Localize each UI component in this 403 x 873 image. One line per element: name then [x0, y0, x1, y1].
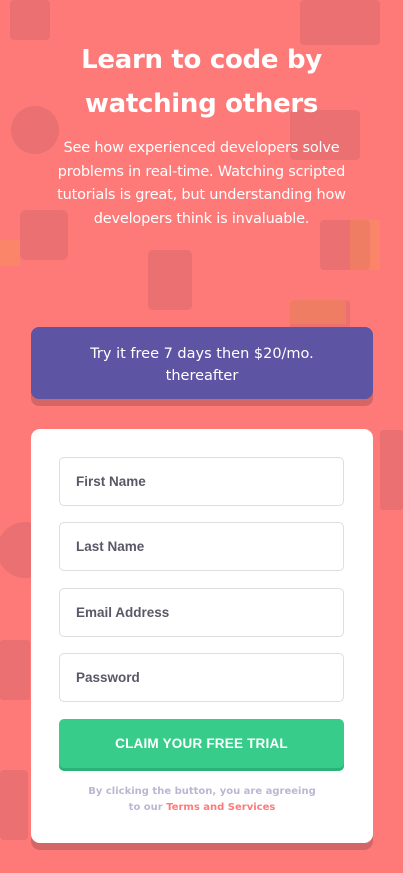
pattern-chart-icon — [0, 640, 30, 700]
promo-text-line-1: Try it free 7 days then $20/mo. — [90, 346, 314, 362]
claim-free-trial-button[interactable]: CLAIM YOUR FREE TRIAL — [59, 719, 344, 768]
first-name-input[interactable] — [59, 457, 344, 506]
hero-description-line-4: developers think is invaluable. — [93, 210, 310, 227]
pattern-strip-icon — [380, 430, 403, 510]
title-line-2: watching others — [84, 89, 319, 119]
last-name-input[interactable] — [59, 522, 344, 571]
promo-text-line-2: thereafter — [165, 368, 239, 384]
terms-prefix: By clicking the button, you are agreeing — [88, 786, 316, 797]
signup-form-card: CLAIM YOUR FREE TRIAL By clicking the bu… — [31, 429, 373, 843]
page-title: Learn to code by watching others — [30, 38, 373, 126]
title-line-1: Learn to code by — [81, 45, 322, 75]
trial-promo-banner: Try it free 7 days then $20/mo. thereaft… — [31, 327, 373, 399]
terms-notice: By clicking the button, you are agreeing… — [31, 784, 373, 816]
pattern-clipboard-icon — [148, 250, 192, 310]
hero-description: See how experienced developers solve pro… — [36, 137, 367, 231]
pattern-bag-icon — [0, 770, 28, 840]
hero-description-line-3: tutorials is great, but understanding ho… — [57, 187, 346, 203]
pattern-orange-block-2 — [290, 300, 346, 324]
hero-description-line-1: See how experienced developers solve — [63, 140, 340, 156]
terms-and-services-link[interactable]: Terms and Services — [166, 802, 275, 813]
terms-line-2: to our Terms and Services — [31, 800, 373, 816]
terms-to-our: to our — [128, 802, 163, 813]
email-address-input[interactable] — [59, 588, 344, 637]
pattern-laptop-icon — [10, 0, 50, 40]
hero-description-line-2: problems in real-time. Watching scripted — [57, 163, 346, 180]
pattern-orange-block-1 — [0, 240, 20, 266]
password-input[interactable] — [59, 653, 344, 702]
